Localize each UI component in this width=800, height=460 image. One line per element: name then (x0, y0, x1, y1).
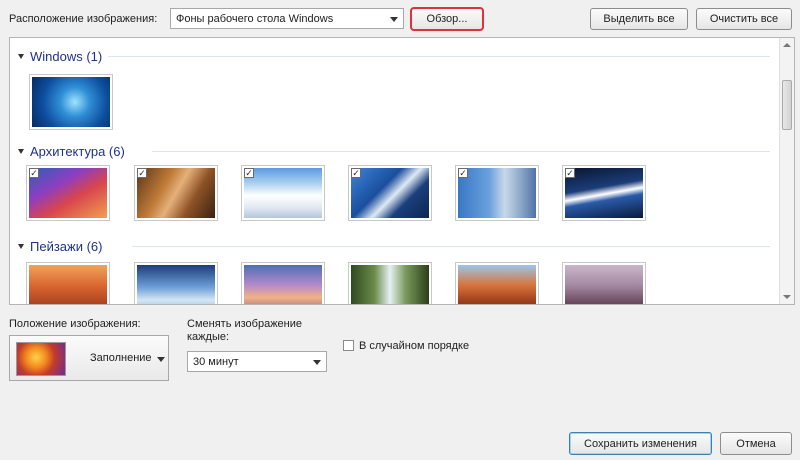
wallpaper-image (29, 265, 107, 304)
position-label: Положение изображения: (9, 318, 141, 330)
wallpaper-image (137, 265, 215, 304)
select-all-button[interactable]: Выделить все (590, 8, 688, 30)
group-title: Windows (1) (30, 48, 103, 64)
checkbox-checked[interactable]: ✓ (458, 168, 468, 178)
wallpaper-thumb-architecture-6[interactable]: ✓ (562, 165, 646, 221)
collapse-icon (18, 148, 24, 154)
location-select-value: Фоны рабочего стола Windows (176, 12, 334, 25)
wallpaper-thumb-architecture-5[interactable]: ✓ (455, 165, 539, 221)
position-select[interactable]: Заполнение (9, 335, 169, 381)
wallpaper-list[interactable]: Windows (1) Архитектура (6) ✓ ✓ ✓ ✓ ✓ ✓ … (9, 37, 795, 305)
chevron-down-icon (157, 357, 165, 362)
wallpaper-image (351, 168, 429, 218)
group-header-architecture[interactable]: Архитектура (6) (18, 142, 125, 160)
wallpaper-image (137, 168, 215, 218)
interval-value: 30 минут (193, 355, 239, 368)
wallpaper-thumb-architecture-1[interactable]: ✓ (26, 165, 110, 221)
cancel-button[interactable]: Отмена (720, 432, 792, 455)
wallpaper-thumb-landscape-1[interactable] (26, 262, 110, 304)
group-divider (108, 56, 770, 57)
save-changes-button[interactable]: Сохранить изменения (569, 432, 712, 455)
group-header-windows[interactable]: Windows (1) (18, 47, 102, 65)
wallpaper-thumb-architecture-2[interactable]: ✓ (134, 165, 218, 221)
wallpaper-thumb-architecture-3[interactable]: ✓ (241, 165, 325, 221)
change-interval-label-line2: каждые: (187, 331, 230, 343)
scroll-down-icon[interactable] (783, 295, 791, 299)
wallpaper-thumb-landscape-4[interactable] (348, 262, 432, 304)
group-header-landscapes[interactable]: Пейзажи (6) (18, 237, 102, 255)
wallpaper-image (29, 168, 107, 218)
clear-all-button[interactable]: Очистить все (696, 8, 792, 30)
wallpaper-image (32, 77, 110, 127)
location-label: Расположение изображения: (9, 13, 158, 25)
wallpaper-thumb-landscape-5[interactable] (455, 262, 539, 304)
vertical-scrollbar[interactable] (779, 38, 794, 304)
scroll-up-icon[interactable] (783, 43, 791, 47)
checkbox-checked[interactable]: ✓ (29, 168, 39, 178)
group-title: Пейзажи (6) (30, 238, 103, 254)
wallpaper-thumb-landscape-3[interactable] (241, 262, 325, 304)
checkbox-checked[interactable]: ✓ (137, 168, 147, 178)
position-preview-image (16, 342, 66, 376)
checkbox-checked[interactable]: ✓ (244, 168, 254, 178)
wallpaper-image (244, 265, 322, 304)
wallpaper-thumb-architecture-4[interactable]: ✓ (348, 165, 432, 221)
checkbox-checked[interactable]: ✓ (565, 168, 575, 178)
wallpaper-thumb-landscape-2[interactable] (134, 262, 218, 304)
shuffle-label[interactable]: В случайном порядке (359, 340, 469, 352)
chevron-down-icon (390, 16, 398, 22)
position-value: Заполнение (90, 352, 152, 364)
wallpaper-image (458, 265, 536, 304)
location-select[interactable]: Фоны рабочего стола Windows (170, 8, 404, 29)
wallpaper-image (565, 168, 643, 218)
wallpaper-thumb-landscape-6[interactable] (562, 262, 646, 304)
wallpaper-image (565, 265, 643, 304)
checkbox-checked[interactable]: ✓ (351, 168, 361, 178)
group-divider (152, 151, 770, 152)
wallpaper-image (458, 168, 536, 218)
wallpaper-image (244, 168, 322, 218)
wallpaper-thumb-windows[interactable] (29, 74, 113, 130)
interval-select[interactable]: 30 минут (187, 351, 327, 372)
change-interval-label: Сменять изображение (187, 318, 303, 330)
scroll-thumb[interactable] (782, 80, 792, 130)
group-divider (132, 246, 770, 247)
shuffle-checkbox[interactable] (343, 340, 354, 351)
collapse-icon (18, 53, 24, 59)
browse-button[interactable]: Обзор... (410, 7, 484, 31)
wallpaper-image (351, 265, 429, 304)
collapse-icon (18, 243, 24, 249)
group-title: Архитектура (6) (30, 143, 125, 159)
chevron-down-icon (313, 359, 321, 365)
